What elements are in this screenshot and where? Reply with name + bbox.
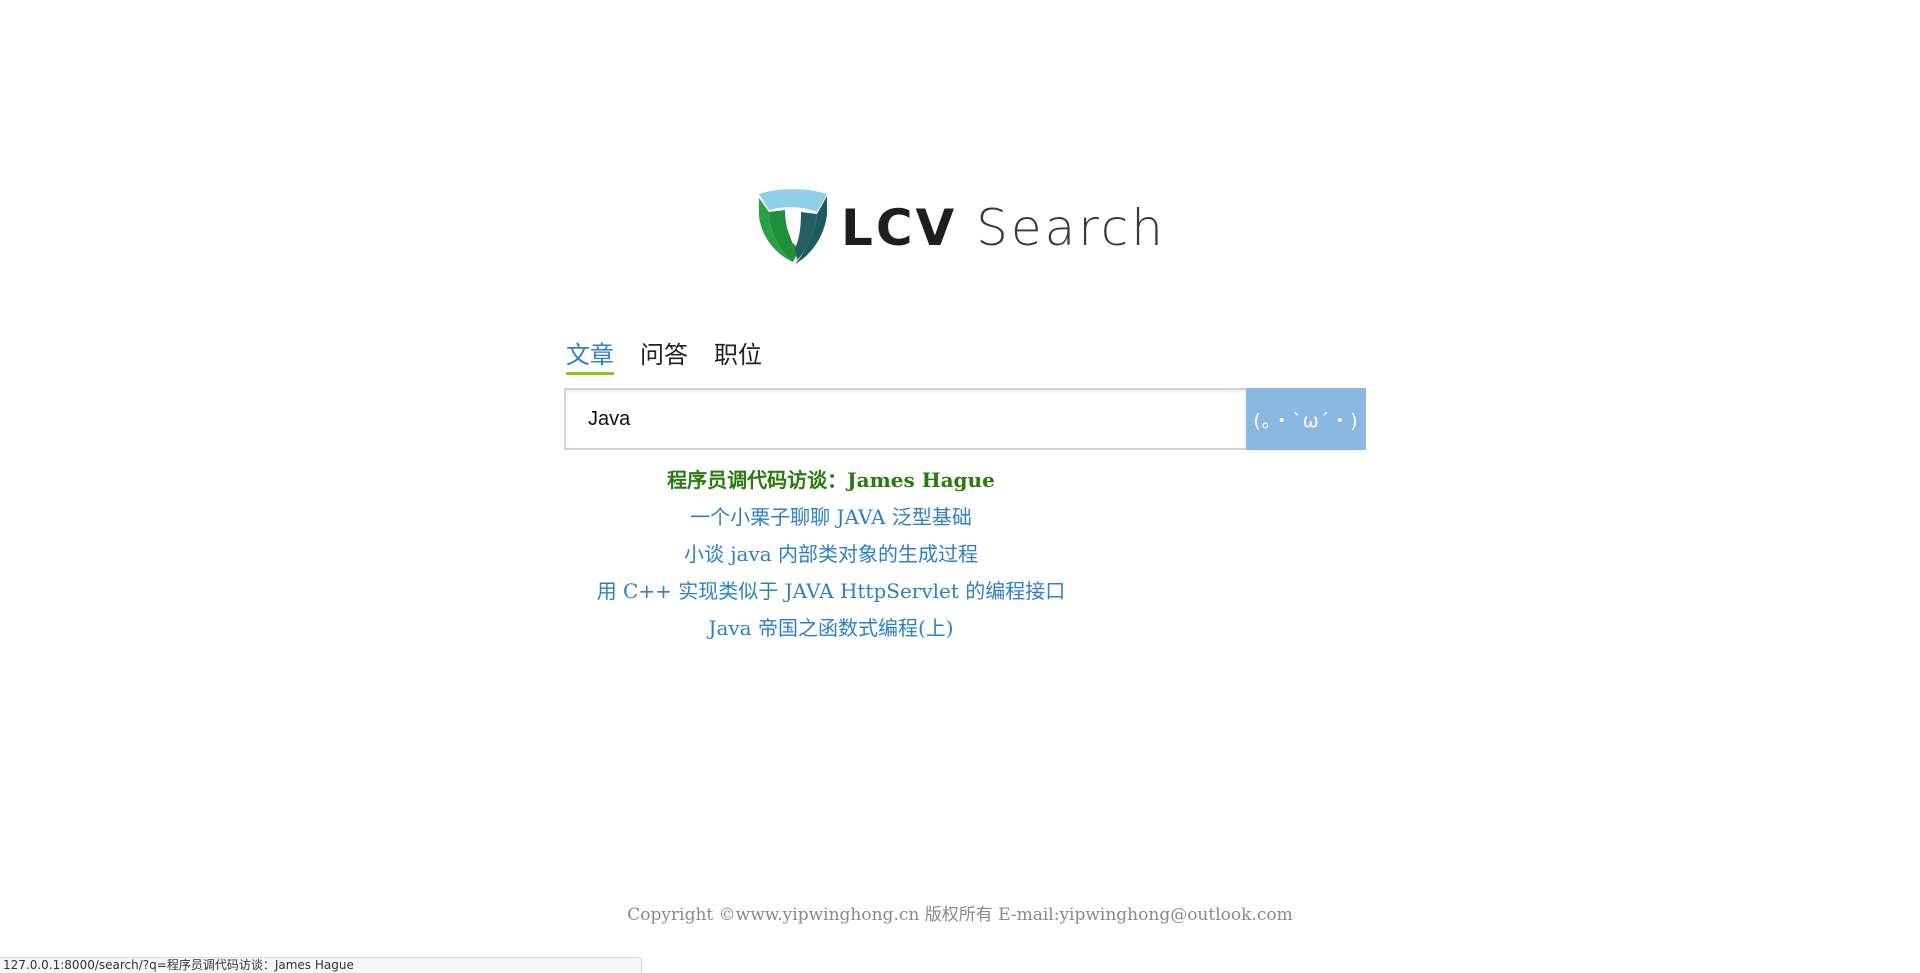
shield-logo-icon	[759, 189, 827, 264]
search-input[interactable]	[564, 388, 1246, 450]
search-home-page: LCV Search 文章 问答 职位 (｡・`ω´・) 程序员调代码访谈：Ja…	[0, 0, 1920, 973]
status-bar-url: 127.0.0.1:8000/search/?q=程序员调代码访谈：James …	[3, 958, 354, 972]
logo-wordmark: LCV Search	[841, 203, 1166, 253]
logo-text-bold: LCV	[841, 199, 958, 257]
suggestion-item[interactable]: 用 C++ 实现类似于 JAVA HttpServlet 的编程接口	[566, 573, 1096, 610]
tab-qa[interactable]: 问答	[640, 340, 688, 375]
suggestion-item[interactable]: 一个小栗子聊聊 JAVA 泛型基础	[566, 499, 1096, 536]
tab-jobs[interactable]: 职位	[714, 340, 762, 375]
search-suggestions: 程序员调代码访谈：James Hague 一个小栗子聊聊 JAVA 泛型基础 小…	[566, 462, 1096, 647]
suggestion-item[interactable]: 小谈 java 内部类对象的生成过程	[566, 536, 1096, 573]
suggestion-item[interactable]: 程序员调代码访谈：James Hague	[566, 462, 1096, 499]
footer-copyright: Copyright ©www.yipwinghong.cn 版权所有 E-mai…	[0, 900, 1920, 925]
search-type-tabs: 文章 问答 职位	[566, 340, 762, 375]
site-logo[interactable]: LCV Search	[755, 188, 1166, 268]
logo-text-light: Search	[976, 199, 1166, 257]
browser-status-bar: 127.0.0.1:8000/search/?q=程序员调代码访谈：James …	[0, 957, 642, 973]
suggestion-item[interactable]: Java 帝国之函数式编程(上)	[566, 610, 1096, 647]
search-button[interactable]: (｡・`ω´・)	[1246, 388, 1366, 450]
footer-text: Copyright ©www.yipwinghong.cn 版权所有 E-mai…	[627, 905, 1293, 925]
search-bar: (｡・`ω´・)	[564, 388, 1366, 450]
tab-articles[interactable]: 文章	[566, 340, 614, 375]
